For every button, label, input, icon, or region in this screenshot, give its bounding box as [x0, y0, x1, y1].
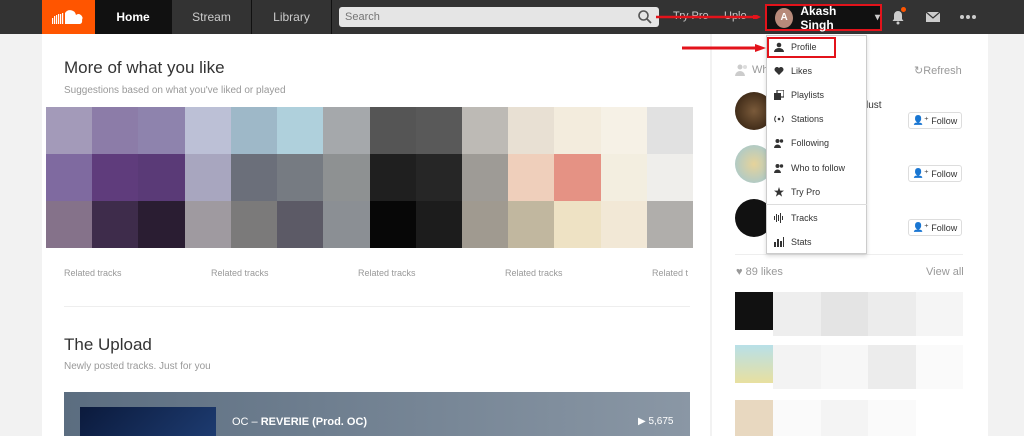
menu-item-stats[interactable]: Stats [766, 231, 867, 253]
waveform-icon [774, 213, 783, 223]
menu-item-following[interactable]: Following [766, 132, 867, 154]
section-subtitle: Newly posted tracks. Just for you [64, 361, 211, 372]
search-icon[interactable] [637, 9, 653, 25]
list-item[interactable] [735, 345, 963, 389]
section-divider [64, 306, 690, 307]
heart-icon [774, 67, 784, 75]
menu-item-likes[interactable]: Likes [766, 60, 867, 82]
track-artwork[interactable] [80, 407, 216, 436]
refresh-icon: ↻ [914, 65, 924, 77]
annotation-arrow [656, 15, 761, 19]
menu-item-tracks[interactable]: Tracks [766, 207, 867, 229]
track-artwork [735, 400, 773, 436]
related-tracks-link[interactable]: Related tracks [505, 268, 563, 278]
notification-dot [901, 7, 906, 12]
track-artwork [735, 345, 773, 383]
menu-divider [766, 204, 867, 205]
playlist-icon [774, 90, 784, 100]
sidebar-divider [735, 254, 963, 255]
suggestions-artwork-grid[interactable] [46, 107, 693, 248]
users-icon [735, 64, 747, 76]
related-tracks-link[interactable]: Related tracks [64, 268, 122, 278]
mail-icon[interactable] [925, 9, 941, 25]
upload-track-title[interactable]: OC – REVERIE (Prod. OC) [232, 416, 367, 428]
stats-icon [774, 237, 784, 247]
nav-home[interactable]: Home [95, 0, 172, 34]
related-tracks-link[interactable]: Related tracks [211, 268, 269, 278]
related-tracks-link[interactable]: Related t [652, 268, 688, 278]
users-icon [774, 139, 784, 148]
list-item[interactable] [735, 292, 963, 336]
users-icon [774, 164, 784, 173]
cloud-icon [51, 10, 82, 24]
add-user-icon: 👤⁺ [912, 222, 929, 232]
track-artwork [735, 292, 773, 330]
soundcloud-logo[interactable] [42, 0, 95, 34]
avatar: A [775, 7, 794, 28]
follow-button[interactable]: 👤⁺ Follow [908, 165, 962, 182]
list-item[interactable] [735, 400, 963, 436]
view-all-link[interactable]: View all [926, 266, 964, 278]
partial-username: lust [866, 100, 882, 111]
add-user-icon: 👤⁺ [912, 115, 929, 125]
section-title: The Upload [64, 335, 152, 354]
refresh-button[interactable]: ↻Refresh [914, 64, 962, 77]
profile-highlight-box [767, 37, 836, 58]
menu-item-who-to-follow[interactable]: Who to follow [766, 157, 867, 179]
star-icon [774, 187, 784, 197]
nav-library[interactable]: Library [252, 0, 332, 34]
section-title: More of what you like [64, 58, 225, 77]
menu-item-try-pro[interactable]: Try Pro [766, 181, 867, 203]
follow-button[interactable]: 👤⁺ Follow [908, 219, 962, 236]
nav-stream[interactable]: Stream [172, 0, 252, 34]
play-count: ▶ 5,675 [638, 416, 674, 427]
menu-item-stations[interactable]: Stations [766, 108, 867, 130]
related-tracks-link[interactable]: Related tracks [358, 268, 416, 278]
more-icon[interactable] [960, 9, 976, 25]
search-input[interactable] [339, 7, 659, 27]
menu-item-playlists[interactable]: Playlists [766, 84, 867, 106]
user-name: Akash Singh [800, 3, 837, 32]
likes-count[interactable]: ♥ 89 likes [736, 266, 783, 278]
add-user-icon: 👤⁺ [912, 168, 929, 178]
user-menu-button[interactable]: A Akash Singh ▾ [765, 3, 882, 32]
annotation-arrow [682, 44, 766, 52]
chevron-down-icon: ▾ [874, 12, 880, 23]
heart-icon: ♥ [736, 266, 743, 278]
section-subtitle: Suggestions based on what you've liked o… [64, 85, 286, 96]
station-icon [774, 115, 784, 123]
follow-button[interactable]: 👤⁺ Follow [908, 112, 962, 129]
